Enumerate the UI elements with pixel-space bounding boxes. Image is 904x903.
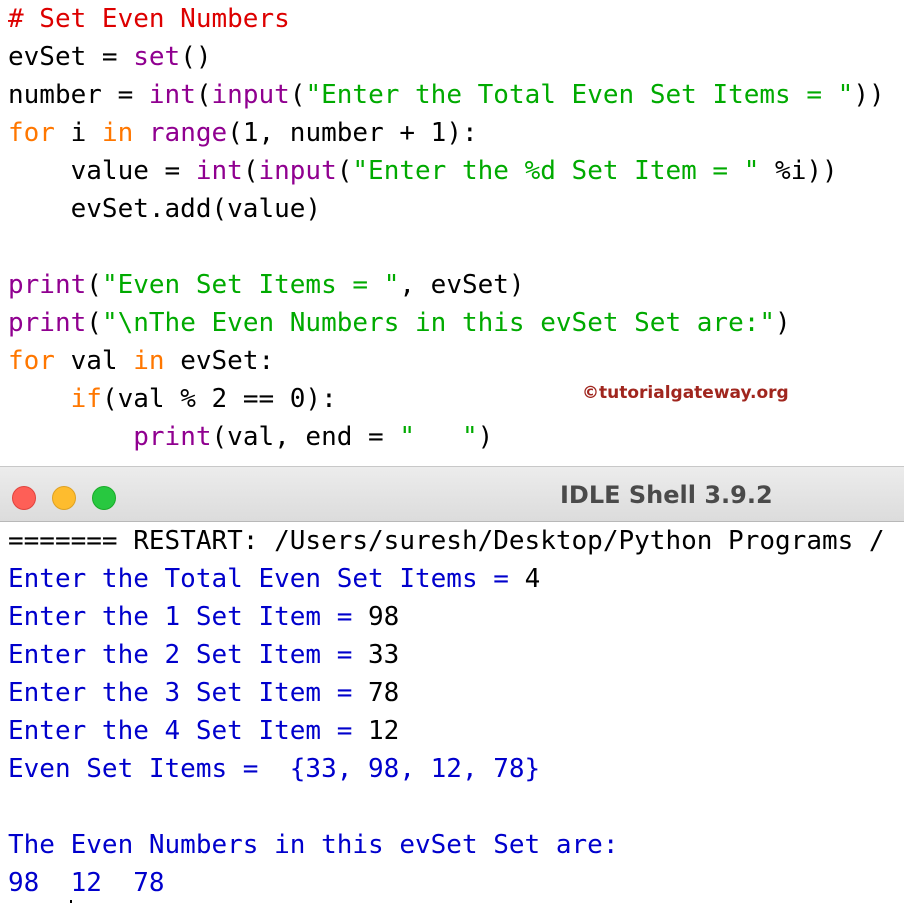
- code-token: %i)): [759, 156, 837, 186]
- code-token: # Set Even Numbers: [8, 4, 290, 34]
- shell-line: ======= RESTART: /Users/suresh/Desktop/P…: [8, 522, 885, 560]
- shell-text: Enter the 3 Set Item =: [8, 678, 368, 708]
- code-token: ): [478, 422, 494, 452]
- code-token: [133, 118, 149, 148]
- shell-text: 33: [368, 640, 399, 670]
- code-line: print("Even Set Items = ", evSet): [8, 266, 525, 304]
- code-token: number =: [8, 80, 149, 110]
- shell-line: Enter the 4 Set Item = 12: [8, 712, 399, 750]
- code-token: in: [102, 118, 133, 148]
- code-line: evSet = set(): [8, 38, 212, 76]
- code-token: set: [133, 42, 180, 72]
- code-token: for: [8, 346, 55, 376]
- code-token: print: [8, 270, 86, 300]
- window-title: IDLE Shell 3.9.2: [560, 481, 773, 509]
- code-token: in: [133, 346, 164, 376]
- code-line: print("\nThe Even Numbers in this evSet …: [8, 304, 791, 342]
- code-line: number = int(input("Enter the Total Even…: [8, 76, 885, 114]
- code-token: value =: [8, 156, 196, 186]
- shell-text: Enter the 4 Set Item =: [8, 716, 368, 746]
- shell-line: Even Set Items = {33, 98, 12, 78}: [8, 750, 540, 788]
- shell-output-area[interactable]: ======= RESTART: /Users/suresh/Desktop/P…: [0, 522, 904, 903]
- window-titlebar[interactable]: IDLE Shell 3.9.2: [0, 466, 904, 522]
- code-token: evSet:: [165, 346, 275, 376]
- code-token: (: [337, 156, 353, 186]
- code-token: input: [212, 80, 290, 110]
- shell-text: Enter the Total Even Set Items =: [8, 564, 525, 594]
- code-token: "\nThe Even Numbers in this evSet Set ar…: [102, 308, 775, 338]
- code-token: [8, 422, 133, 452]
- code-line: # Set Even Numbers: [8, 0, 290, 38]
- code-token: for: [8, 118, 55, 148]
- code-token: "Even Set Items = ": [102, 270, 399, 300]
- code-token: " ": [399, 422, 477, 452]
- code-token: int: [196, 156, 243, 186]
- shell-text: 4: [525, 564, 541, 594]
- code-token: (: [86, 270, 102, 300]
- code-token: (val % 2 == 0):: [102, 384, 337, 414]
- shell-text: 98: [368, 602, 399, 632]
- shell-text: Enter the 2 Set Item =: [8, 640, 368, 670]
- code-token: (: [243, 156, 259, 186]
- shell-text: 78: [368, 678, 399, 708]
- code-token: val: [55, 346, 133, 376]
- watermark-text: ©tutorialgateway.org: [582, 383, 789, 403]
- code-token: int: [149, 80, 196, 110]
- code-line: evSet.add(value): [8, 190, 321, 228]
- shell-text: Enter the 1 Set Item =: [8, 602, 368, 632]
- code-token: "Enter the Total Even Set Items = ": [305, 80, 853, 110]
- shell-line: Enter the 1 Set Item = 98: [8, 598, 399, 636]
- shell-text: Even Set Items = {33, 98, 12, 78}: [8, 754, 540, 784]
- code-token: (: [290, 80, 306, 110]
- code-token: (: [196, 80, 212, 110]
- shell-line: The Even Numbers in this evSet Set are:: [8, 826, 618, 864]
- code-line: value = int(input("Enter the %d Set Item…: [8, 152, 838, 190]
- zoom-window-button[interactable]: [92, 486, 116, 510]
- code-token: )): [853, 80, 884, 110]
- code-token: (: [86, 308, 102, 338]
- code-token: (): [180, 42, 211, 72]
- shell-text: ======= RESTART: /Users/suresh/Desktop/P…: [8, 526, 885, 556]
- minimize-window-button[interactable]: [52, 486, 76, 510]
- code-token: print: [8, 308, 86, 338]
- code-token: evSet =: [8, 42, 133, 72]
- code-line: for val in evSet:: [8, 342, 274, 380]
- code-line: for i in range(1, number + 1):: [8, 114, 478, 152]
- code-token: input: [258, 156, 336, 186]
- code-token: range: [149, 118, 227, 148]
- code-token: evSet.add(value): [8, 194, 321, 224]
- shell-line: Enter the 3 Set Item = 78: [8, 674, 399, 712]
- code-token: "Enter the %d Set Item = ": [352, 156, 759, 186]
- shell-text: 98 12 78: [8, 868, 165, 898]
- code-token: i: [55, 118, 102, 148]
- shell-line: Enter the Total Even Set Items = 4: [8, 560, 540, 598]
- code-token: ): [775, 308, 791, 338]
- code-line: if(val % 2 == 0):: [8, 380, 337, 418]
- shell-line: Enter the 2 Set Item = 33: [8, 636, 399, 674]
- code-line: print(val, end = " "): [8, 418, 493, 456]
- code-token: (val, end =: [212, 422, 400, 452]
- shell-line: 98 12 78: [8, 864, 165, 902]
- shell-text: The Even Numbers in this evSet Set are:: [8, 830, 618, 860]
- code-token: (1, number + 1):: [227, 118, 477, 148]
- code-token: if: [71, 384, 102, 414]
- code-token: [8, 384, 71, 414]
- code-token: print: [133, 422, 211, 452]
- code-token: , evSet): [399, 270, 524, 300]
- close-window-button[interactable]: [12, 486, 36, 510]
- shell-text: 12: [368, 716, 399, 746]
